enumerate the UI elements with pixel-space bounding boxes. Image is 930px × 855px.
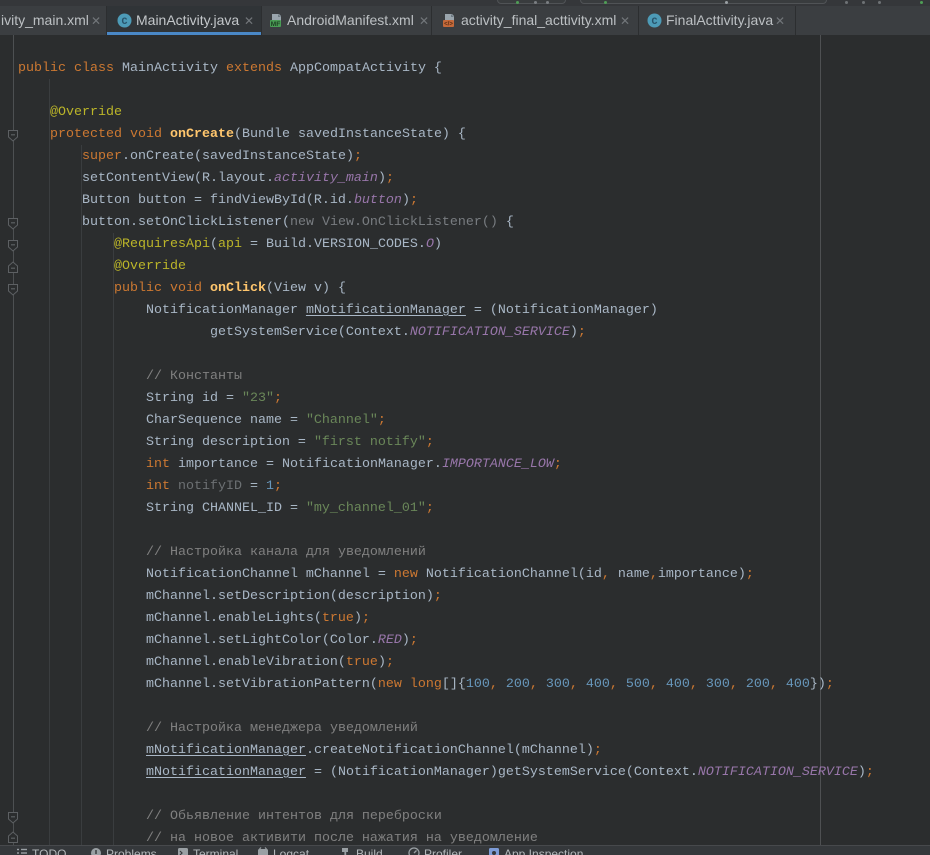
svg-text:C: C bbox=[121, 17, 127, 28]
svg-text:C: C bbox=[651, 17, 657, 28]
svg-text:</>: </> bbox=[444, 22, 453, 28]
svg-text:MF: MF bbox=[271, 21, 280, 28]
